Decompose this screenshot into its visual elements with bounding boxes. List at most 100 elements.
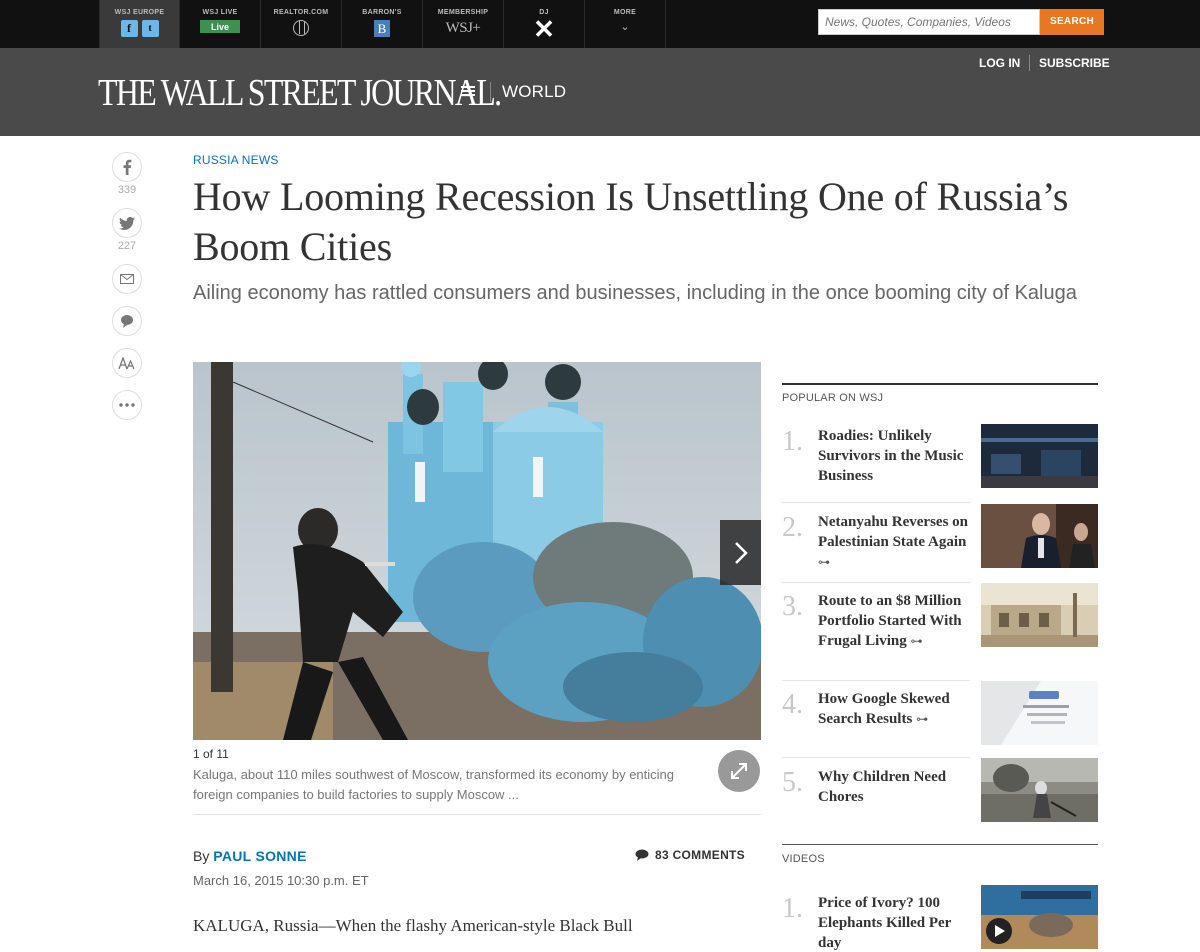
- topnav-label: MORE: [613, 9, 637, 16]
- comment-share-button[interactable]: [112, 306, 142, 336]
- top-bar: WSJ EUROPE f t WSJ LIVE Live REALTOR.COM…: [0, 0, 1200, 48]
- popular-number: 2.: [782, 512, 803, 543]
- hamburger-menu-icon[interactable]: [461, 86, 475, 98]
- divider: [782, 757, 970, 758]
- popular-headline[interactable]: How Google Skewed Search Results ⊶: [818, 689, 976, 729]
- chevron-down-icon: ⌄: [620, 21, 630, 33]
- search-button[interactable]: SEARCH: [1040, 9, 1104, 35]
- topnav-realtor[interactable]: REALTOR.COM: [261, 0, 342, 48]
- popular-item[interactable]: 1. Roadies: Unlikely Survivors in the Mu…: [782, 424, 1098, 494]
- slideshow-next-button[interactable]: [720, 520, 761, 585]
- wsj-plus-icon: WSJ+: [445, 20, 481, 36]
- subscriber-key-icon: ⊶: [916, 712, 929, 726]
- subscriber-key-icon: ⊶: [818, 555, 830, 569]
- video-item[interactable]: 1. Price of Ivory? 100 Elephants Killed …: [782, 885, 1098, 952]
- text-size-button[interactable]: [112, 348, 142, 378]
- facebook-icon: [123, 159, 132, 175]
- article-body: KALUGA, Russia—When the flashy American-…: [193, 916, 633, 935]
- divider: [782, 844, 1098, 845]
- dj-x-icon: ✕: [533, 14, 555, 44]
- popular-thumbnail[interactable]: [981, 424, 1098, 488]
- popular-thumbnail[interactable]: [981, 681, 1098, 745]
- topnav-label: MEMBERSHIP: [437, 9, 489, 16]
- popular-thumbnail[interactable]: [981, 583, 1098, 647]
- videos-title: VIDEOS: [782, 853, 825, 865]
- email-share-button[interactable]: [112, 264, 142, 294]
- popular-headline[interactable]: Netanyahu Reverses on Palestinian State …: [818, 512, 976, 572]
- facebook-share-count: 339: [117, 184, 137, 196]
- divider: [1029, 55, 1030, 71]
- video-headline[interactable]: Price of Ivory? 100 Elephants Killed Per…: [818, 893, 976, 952]
- topnav-label: BARRON'S: [362, 9, 402, 16]
- popular-thumbnail[interactable]: [981, 758, 1098, 822]
- masthead: THE WALL STREET JOURNAL. WORLD LOG IN SU…: [0, 48, 1200, 136]
- slide-counter: 1 of 11: [193, 747, 229, 761]
- live-badge: Live: [200, 20, 240, 33]
- section-name[interactable]: WORLD: [502, 82, 566, 102]
- article-dek: Ailing economy has rattled consumers and…: [193, 282, 1077, 304]
- topnav-membership[interactable]: MEMBERSHIP WSJ+: [423, 0, 504, 48]
- expand-slideshow-button[interactable]: [718, 750, 760, 792]
- comments-link[interactable]: 83 COMMENTS: [635, 848, 745, 862]
- email-icon: [120, 274, 134, 284]
- topnav-barrons[interactable]: BARRON'S B: [342, 0, 423, 48]
- divider: [782, 502, 970, 503]
- twitter-share-button[interactable]: [112, 208, 142, 238]
- divider: [782, 582, 970, 583]
- topnav-more[interactable]: MORE ⌄: [585, 0, 666, 48]
- popular-headline[interactable]: Roadies: Unlikely Survivors in the Music…: [818, 426, 976, 486]
- login-link[interactable]: LOG IN: [979, 56, 1020, 70]
- popular-item[interactable]: 3. Route to an $8 Million Portfolio Star…: [782, 583, 1098, 679]
- popular-headline[interactable]: Why Children Need Chores: [818, 767, 976, 807]
- facebook-share-button[interactable]: [112, 152, 142, 182]
- facebook-icon[interactable]: f: [120, 20, 138, 37]
- topnav-wsj-europe[interactable]: WSJ EUROPE f t: [99, 0, 180, 48]
- author-link[interactable]: PAUL SONNE: [213, 848, 307, 864]
- wsj-logo[interactable]: THE WALL STREET JOURNAL.: [98, 71, 502, 115]
- text-size-icon: [118, 357, 135, 369]
- popular-item[interactable]: 2. Netanyahu Reverses on Palestinian Sta…: [782, 504, 1098, 580]
- video-thumbnail[interactable]: [981, 885, 1098, 949]
- subscribe-link[interactable]: SUBSCRIBE: [1039, 56, 1110, 70]
- topnav-label: WSJ LIVE: [202, 9, 238, 16]
- byline: By PAUL SONNE: [193, 848, 307, 864]
- subscriber-key-icon: ⊶: [910, 634, 923, 648]
- byline-prefix: By: [193, 848, 210, 864]
- twitter-icon[interactable]: t: [141, 20, 159, 37]
- topnav-dj[interactable]: DJ ✕: [504, 0, 585, 48]
- slide-caption: Kaluga, about 110 miles southwest of Mos…: [193, 767, 675, 802]
- article-headline: How Looming Recession Is Unsettling One …: [193, 174, 1069, 269]
- globe-icon: [293, 20, 309, 36]
- comment-bubble-icon: [635, 849, 649, 861]
- divider: [193, 814, 761, 815]
- popular-item[interactable]: 4. How Google Skewed Search Results ⊶: [782, 681, 1098, 757]
- share-tools: 339 227: [112, 152, 144, 420]
- topnav-label: REALTOR.COM: [273, 9, 329, 16]
- barrons-logo-icon: B: [374, 20, 390, 37]
- article-timestamp: March 16, 2015 10:30 p.m. ET: [193, 873, 369, 888]
- twitter-icon: [119, 216, 135, 230]
- divider: [490, 82, 491, 102]
- more-options-button[interactable]: [112, 390, 142, 420]
- article-kicker[interactable]: RUSSIA NEWS: [193, 153, 279, 167]
- speech-bubble-icon: [121, 315, 133, 328]
- divider: [782, 680, 970, 681]
- popular-headline[interactable]: Route to an $8 Million Portfolio Started…: [818, 591, 976, 651]
- slideshow-image[interactable]: [193, 362, 761, 740]
- popular-title: POPULAR ON WSJ: [782, 392, 884, 404]
- top-nav: WSJ EUROPE f t WSJ LIVE Live REALTOR.COM…: [99, 0, 666, 48]
- popular-item[interactable]: 5. Why Children Need Chores: [782, 758, 1098, 835]
- popular-thumbnail[interactable]: [981, 504, 1098, 568]
- popular-number: 4.: [782, 689, 803, 720]
- popular-number: 3.: [782, 591, 803, 622]
- popular-number: 5.: [782, 767, 803, 798]
- search-input[interactable]: [818, 9, 1040, 35]
- topnav-wsj-live[interactable]: WSJ LIVE Live: [180, 0, 261, 48]
- comments-label: 83 COMMENTS: [655, 848, 745, 862]
- popular-number: 1.: [782, 426, 803, 457]
- topnav-label: WSJ EUROPE: [114, 9, 165, 16]
- divider: [782, 383, 1098, 385]
- chevron-right-icon: [734, 541, 748, 564]
- more-dots-icon: [119, 403, 135, 407]
- twitter-share-count: 227: [117, 240, 137, 252]
